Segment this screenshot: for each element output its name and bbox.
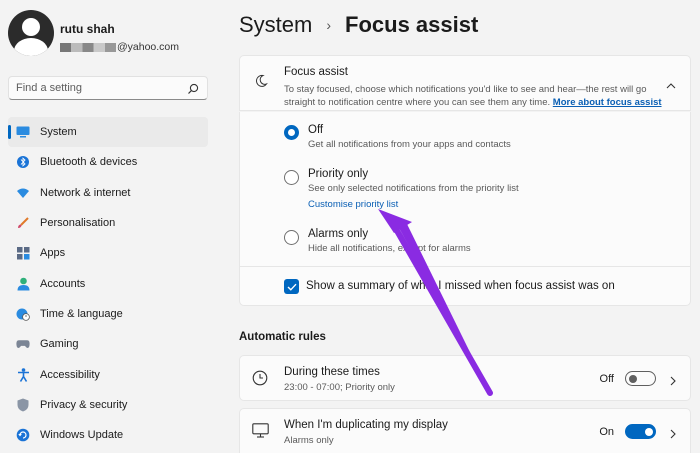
- radio-priority-only[interactable]: [284, 170, 299, 185]
- rule-subtitle: Alarms only: [284, 435, 334, 446]
- monitor-icon: [252, 423, 269, 443]
- bluetooth-icon: [16, 155, 30, 169]
- focus-assist-options: Off Get all notifications from your apps…: [239, 112, 691, 266]
- focus-assist-header[interactable]: Focus assist To stay focused, choose whi…: [239, 55, 691, 111]
- search-icon[interactable]: [187, 82, 199, 100]
- option-alarms-desc: Hide all notifications, except for alarm…: [308, 243, 471, 254]
- nav-label: Accounts: [40, 277, 86, 290]
- automatic-rules-heading: Automatic rules: [239, 331, 326, 343]
- nav-item-time-language[interactable]: Time & language: [8, 299, 208, 329]
- search-box[interactable]: [8, 76, 208, 100]
- avatar: [8, 10, 54, 56]
- brush-icon: [16, 216, 30, 230]
- breadcrumb-parent[interactable]: System: [239, 12, 312, 38]
- system-icon: [16, 125, 30, 139]
- nav-item-system[interactable]: System: [8, 117, 208, 148]
- nav-label: Network & internet: [40, 186, 131, 199]
- checkmark-icon: [287, 283, 297, 291]
- nav-item-gaming[interactable]: Gaming: [8, 329, 208, 359]
- accessibility-icon: [16, 367, 30, 382]
- rule-subtitle: 23:00 - 07:00; Priority only: [284, 382, 395, 393]
- nav-item-apps[interactable]: Apps: [8, 238, 208, 268]
- gamepad-icon: [16, 337, 30, 351]
- toggle-during-these-times[interactable]: [625, 371, 656, 386]
- nav-label: Personalisation: [40, 217, 116, 230]
- chevron-right-icon[interactable]: [670, 373, 676, 391]
- nav-label: Time & language: [40, 307, 123, 320]
- rule-title: When I'm duplicating my display: [284, 419, 448, 431]
- nav-item-personalisation[interactable]: Personalisation: [8, 208, 208, 238]
- focus-assist-title: Focus assist: [284, 66, 348, 78]
- profile-email: @yahoo.com: [60, 41, 179, 53]
- page-title: System › Focus assist: [239, 12, 478, 38]
- toggle-state-label: On: [599, 426, 614, 438]
- customise-priority-link[interactable]: Customise priority list: [308, 199, 398, 210]
- wifi-icon: [16, 186, 30, 200]
- rule-duplicating-display[interactable]: When I'm duplicating my display Alarms o…: [239, 408, 691, 453]
- summary-checkbox[interactable]: [284, 279, 299, 294]
- search-input[interactable]: [9, 77, 174, 99]
- chevron-up-icon[interactable]: [666, 76, 676, 94]
- globe-clock-icon: [16, 307, 30, 321]
- nav-label: Bluetooth & devices: [40, 156, 138, 169]
- option-alarms-title: Alarms only: [308, 228, 369, 240]
- breadcrumb-separator: ›: [326, 17, 332, 33]
- breadcrumb-current: Focus assist: [345, 12, 479, 37]
- nav-item-accessibility[interactable]: Accessibility: [8, 359, 208, 389]
- option-off-title: Off: [308, 124, 324, 136]
- nav-item-network[interactable]: Network & internet: [8, 178, 208, 208]
- apps-icon: [16, 246, 30, 260]
- chevron-right-icon[interactable]: [670, 426, 676, 444]
- nav-label: Apps: [40, 247, 66, 260]
- clock-icon: [252, 370, 268, 391]
- sidebar: rutu shah @yahoo.com System Bluetooth & …: [0, 0, 222, 453]
- nav-item-accounts[interactable]: Accounts: [8, 268, 208, 298]
- nav-label: System: [40, 126, 77, 139]
- rule-title: During these times: [284, 366, 380, 378]
- nav-item-windows-update[interactable]: Windows Update: [8, 420, 208, 450]
- profile-name: rutu shah: [60, 22, 115, 36]
- nav-label: Accessibility: [40, 368, 100, 381]
- nav-label: Gaming: [40, 338, 79, 351]
- summary-label: Show a summary of what I missed when foc…: [306, 280, 615, 292]
- nav-item-privacy-security[interactable]: Privacy & security: [8, 390, 208, 420]
- focus-assist-description: To stay focused, choose which notificati…: [284, 84, 662, 108]
- nav-label: Privacy & security: [40, 398, 128, 411]
- summary-row: Show a summary of what I missed when foc…: [239, 266, 691, 306]
- radio-alarms-only[interactable]: [284, 230, 299, 245]
- nav-list: System Bluetooth & devices Network & int…: [8, 117, 208, 450]
- toggle-state-label: Off: [599, 373, 614, 385]
- moon-icon: [254, 74, 268, 93]
- accounts-icon: [16, 277, 30, 291]
- nav-label: Windows Update: [40, 429, 124, 442]
- redacted-email-prefix: [60, 42, 116, 52]
- radio-off[interactable]: [284, 125, 299, 140]
- email-suffix: @yahoo.com: [117, 41, 180, 53]
- toggle-duplicating-display[interactable]: [625, 424, 656, 439]
- rule-during-these-times[interactable]: During these times 23:00 - 07:00; Priori…: [239, 355, 691, 401]
- update-icon: [16, 428, 30, 442]
- option-priority-desc: See only selected notifications from the…: [308, 183, 519, 194]
- user-profile[interactable]: rutu shah @yahoo.com: [8, 10, 218, 60]
- nav-item-bluetooth[interactable]: Bluetooth & devices: [8, 147, 208, 177]
- shield-icon: [16, 398, 30, 412]
- option-priority-title: Priority only: [308, 168, 369, 180]
- more-about-link[interactable]: More about focus assist: [553, 97, 662, 108]
- option-off-desc: Get all notifications from your apps and…: [308, 139, 511, 150]
